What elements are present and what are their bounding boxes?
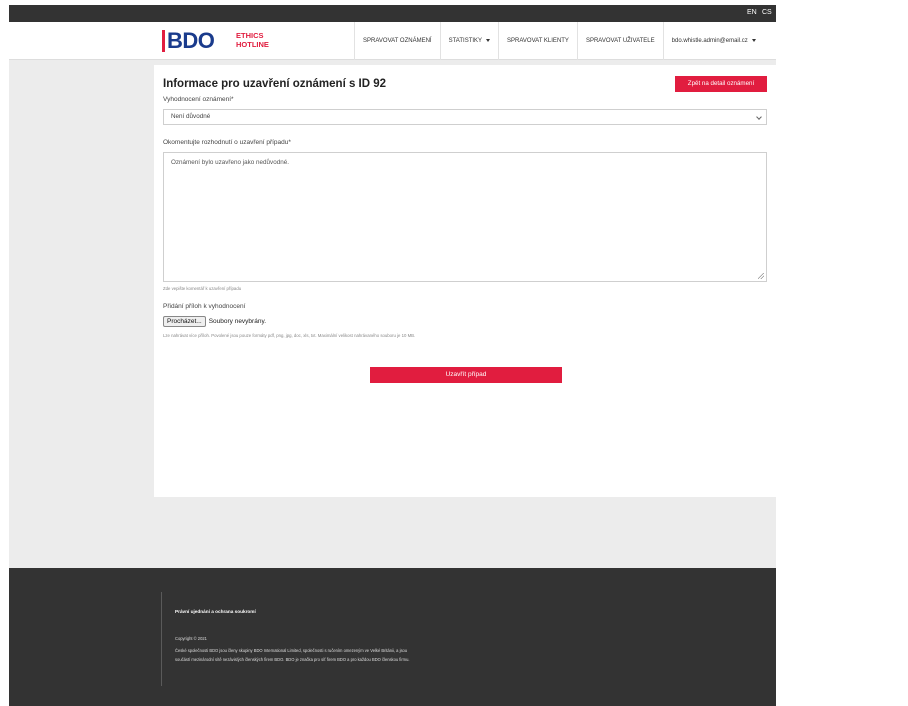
nav-links: SPRAVOVAT OZNÁMENÍ STATISTIKY SPRAVOVAT …	[354, 22, 764, 60]
comment-text: Oznámení bylo uzavřeno jako nedůvodné.	[171, 159, 289, 166]
attachments-label: Přidání příloh k vyhodnocení	[163, 303, 246, 310]
comment-textarea[interactable]: Oznámení bylo uzavřeno jako nedůvodné.	[163, 152, 767, 282]
logo-tagline-line2: HOTLINE	[236, 40, 269, 49]
nav-manage-clients-label: SPRAVOVAT KLIENTY	[507, 38, 569, 44]
nav-manage-reports-label: SPRAVOVAT OZNÁMENÍ	[363, 38, 432, 44]
logo-bar-icon	[162, 30, 165, 52]
footer: Právní ujednání a ochrana soukromí Copyr…	[9, 568, 776, 706]
comment-hint: Zde vepište komentář k uzavření případu	[163, 286, 242, 291]
resize-handle-icon[interactable]	[758, 273, 764, 279]
page-title: Informace pro uzavření oznámení s ID 92	[163, 78, 387, 90]
close-case-button[interactable]: Uzavřít případ	[370, 367, 562, 383]
logo-tagline: ETHICS HOTLINE	[236, 31, 269, 49]
file-status-text: Soubory nevybrány.	[208, 317, 267, 325]
close-report-card: Informace pro uzavření oznámení s ID 92 …	[154, 65, 777, 497]
evaluation-label: Vyhodnocení oznámení*	[163, 96, 234, 103]
footer-divider	[161, 592, 162, 686]
chevron-down-icon	[756, 114, 762, 120]
caret-down-icon	[486, 38, 491, 42]
attachments-hint: Lze nahrávat více příloh. Povolené jsou …	[163, 333, 416, 338]
page-frame: EN CS BDO ETHICS HOTLINE SPRAVOVAT OZNÁM…	[9, 5, 777, 706]
nav-manage-users[interactable]: SPRAVOVAT UŽIVATELE	[576, 22, 663, 60]
nav-statistics[interactable]: STATISTIKY	[439, 22, 498, 60]
nav-statistics-label: STATISTIKY	[448, 38, 483, 44]
browse-files-button[interactable]: Procházet...	[163, 315, 206, 327]
footer-legal-text: České společnosti BDO jsou členy skupiny…	[175, 648, 410, 663]
comment-label: Okomentujte rozhodnutí o uzavření případ…	[163, 139, 291, 146]
evaluation-selected-value: Není důvodné	[171, 113, 211, 120]
caret-down-icon	[751, 38, 756, 42]
lang-en-link[interactable]: EN	[747, 9, 757, 16]
nav-user-menu[interactable]: bdo.whistle.admin@email.cz	[662, 22, 764, 60]
back-to-detail-button[interactable]: Zpět na detail oznámení	[675, 76, 767, 92]
nav-manage-reports[interactable]: SPRAVOVAT OZNÁMENÍ	[354, 22, 440, 60]
logo-tagline-line1: ETHICS	[236, 31, 264, 40]
evaluation-select[interactable]: Není důvodné	[163, 109, 767, 125]
logo-text: BDO	[167, 28, 215, 53]
copyright-text: Copyright © 2021	[175, 636, 207, 641]
privacy-link[interactable]: Právní ujednání a ochrana soukromí	[175, 609, 256, 614]
file-input: Procházet... Soubory nevybrány.	[163, 315, 266, 327]
navbar: BDO ETHICS HOTLINE SPRAVOVAT OZNÁMENÍ ST…	[9, 22, 776, 60]
nav-user-email: bdo.whistle.admin@email.cz	[671, 38, 748, 44]
lang-cs-link[interactable]: CS	[762, 9, 772, 16]
nav-manage-users-label: SPRAVOVAT UŽIVATELE	[585, 38, 655, 44]
nav-manage-clients[interactable]: SPRAVOVAT KLIENTY	[498, 22, 577, 60]
top-bar: EN CS	[9, 5, 776, 22]
